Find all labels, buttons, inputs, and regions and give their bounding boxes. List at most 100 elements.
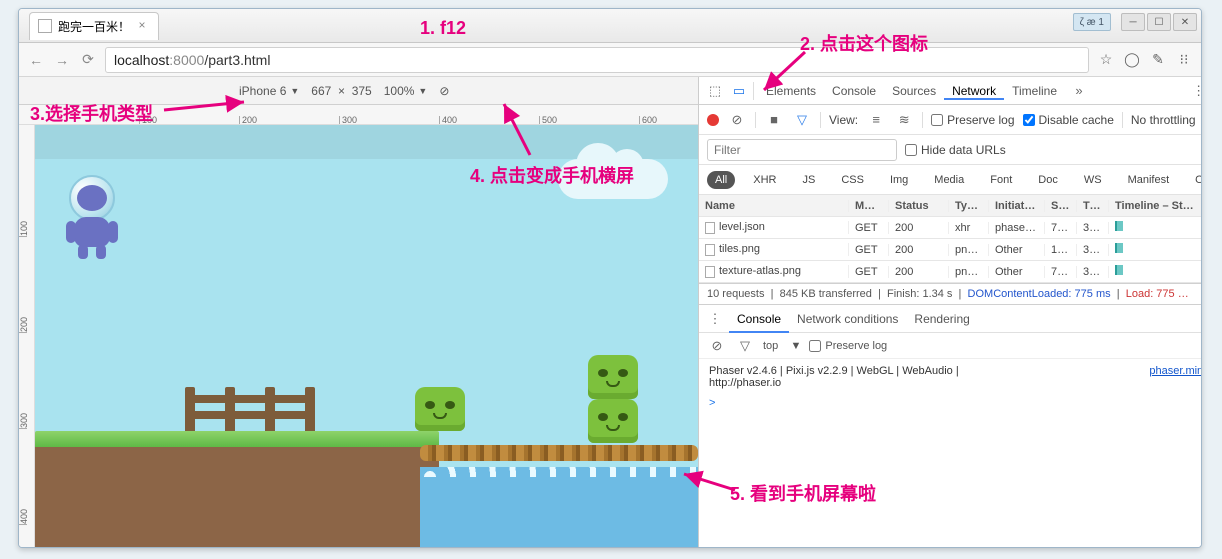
inspect-icon[interactable]: ⬚ (705, 81, 725, 101)
table-header[interactable]: NameM…StatusTy…Initiat…Si…Ti…Timeline – … (699, 195, 1202, 217)
back-button[interactable]: ← (27, 51, 45, 69)
throttle-selector[interactable]: No throttling (1131, 113, 1196, 127)
column-header[interactable]: M… (849, 200, 889, 212)
grass (35, 431, 439, 447)
view-label: View: (829, 113, 858, 127)
type-pill-xhr[interactable]: XHR (745, 171, 784, 189)
network-filter-row: Hide data URLs (699, 135, 1202, 165)
drawer-tab-network-conditions[interactable]: Network conditions (789, 305, 906, 333)
game-viewport[interactable] (35, 125, 698, 547)
record-button[interactable] (707, 114, 719, 126)
console-source-link[interactable]: phaser.min.js:11 (1149, 365, 1202, 377)
device-selector[interactable]: iPhone 6▼ (239, 84, 299, 98)
prompt-icon[interactable]: > (709, 397, 715, 409)
preserve-log-checkbox[interactable]: Preserve log (931, 113, 1014, 127)
url-host: localhost (114, 52, 169, 68)
filter-input[interactable] (707, 139, 897, 161)
body (74, 217, 110, 247)
drawer-menu-icon[interactable]: ⋮ (705, 309, 725, 329)
view-list-icon[interactable]: ≡ (866, 110, 886, 130)
console-clear-icon[interactable]: ⊘ (707, 336, 727, 356)
ruler-vertical: 100200300400 (19, 125, 35, 547)
disable-cache-checkbox[interactable]: Disable cache (1023, 113, 1114, 127)
column-header[interactable]: Ty… (949, 200, 989, 212)
reload-button[interactable]: ⟳ (79, 51, 97, 69)
cloud (558, 159, 668, 199)
window-indicator: ζ æ 1 (1073, 13, 1111, 31)
type-pill-manifest[interactable]: Manifest (1120, 171, 1178, 189)
network-controls: ⊘ ■ ▽ View: ≡ ≋ Preserve log Disable cac… (699, 105, 1202, 135)
device-pane: iPhone 6▼ 667 × 375 100%▼ ⊘ 100200300400… (19, 77, 699, 547)
hide-data-urls-checkbox[interactable]: Hide data URLs (905, 143, 1006, 157)
zoom-selector[interactable]: 100%▼ (384, 84, 428, 98)
filter-icon[interactable]: ▽ (792, 110, 812, 130)
device-toolbar: iPhone 6▼ 667 × 375 100%▼ ⊘ (19, 77, 698, 105)
type-pill-font[interactable]: Font (982, 171, 1020, 189)
console-preserve-checkbox[interactable]: Preserve log (809, 340, 887, 352)
devtools-tab-timeline[interactable]: Timeline (1004, 84, 1065, 98)
window-buttons: ─ ☐ ✕ (1121, 13, 1197, 31)
capture-icon[interactable]: ■ (764, 110, 784, 130)
leg-left (78, 245, 88, 259)
type-pill-css[interactable]: CSS (833, 171, 872, 189)
eyedropper-icon[interactable]: ✎ (1149, 51, 1167, 69)
clear-icon[interactable]: ⊘ (727, 110, 747, 130)
devtools-tab-network[interactable]: Network (944, 84, 1004, 100)
wave (420, 467, 698, 477)
drawer-tabstrip: ⋮ ConsoleNetwork conditionsRendering × (699, 305, 1202, 333)
type-pill-js[interactable]: JS (794, 171, 823, 189)
table-row[interactable]: texture-atlas.pngGET200pn…Other78…31… (699, 261, 1202, 283)
browser-tab[interactable]: 跑完一百米！ × (29, 12, 159, 40)
device-toggle-icon[interactable]: ▭ (729, 81, 749, 101)
maximize-button[interactable]: ☐ (1147, 13, 1171, 31)
type-pill-other[interactable]: Other (1187, 171, 1202, 189)
ext-circle-icon[interactable]: ◯ (1123, 51, 1141, 69)
column-header[interactable]: Name (699, 200, 849, 212)
ruler-horizontal: 100200300400500600 (19, 105, 698, 125)
menu-icon[interactable]: ⁝⁝ (1175, 51, 1193, 69)
enemy-slime (415, 387, 465, 431)
more-tabs-icon[interactable]: » (1069, 81, 1089, 101)
forward-button[interactable]: → (53, 51, 71, 69)
column-header[interactable]: Timeline – St… (1109, 200, 1202, 212)
drawer-tab-rendering[interactable]: Rendering (906, 305, 977, 333)
console-controls: ⊘ ▽ top ▼ Preserve log (699, 333, 1202, 359)
arm-right (108, 221, 118, 243)
view-waterfall-icon[interactable]: ≋ (894, 110, 914, 130)
close-button[interactable]: ✕ (1173, 13, 1197, 31)
bookmark-icon[interactable]: ☆ (1097, 51, 1115, 69)
type-pill-img[interactable]: Img (882, 171, 916, 189)
column-header[interactable]: Status (889, 200, 949, 212)
devtools-menu-icon[interactable]: ⋮ (1189, 81, 1202, 101)
water (420, 477, 698, 547)
type-pill-ws[interactable]: WS (1076, 171, 1110, 189)
type-pill-all[interactable]: All (707, 171, 735, 189)
console-filter-icon[interactable]: ▽ (735, 336, 755, 356)
devtools-tabstrip: ⬚ ▭ ElementsConsoleSourcesNetworkTimelin… (699, 77, 1202, 105)
devtools-panel: ⬚ ▭ ElementsConsoleSourcesNetworkTimelin… (699, 77, 1202, 547)
devtools-tab-elements[interactable]: Elements (758, 84, 824, 98)
type-pill-media[interactable]: Media (926, 171, 972, 189)
device-height[interactable]: 375 (352, 84, 372, 98)
device-width[interactable]: 667 (311, 84, 331, 98)
type-filter-row: All XHR JS CSS Img Media Font Doc WS Manifest Othe… (699, 165, 1202, 195)
console-output[interactable]: Phaser v2.4.6 | Pixi.js v2.2.9 | WebGL |… (699, 359, 1202, 547)
rotate-button[interactable]: ⊘ (439, 84, 449, 98)
url-port: :8000 (169, 52, 204, 68)
network-table: NameM…StatusTy…Initiat…Si…Ti…Timeline – … (699, 195, 1202, 283)
table-row[interactable]: tiles.pngGET200pn…Other12…31… (699, 239, 1202, 261)
column-header[interactable]: Initiat… (989, 200, 1045, 212)
drawer-tab-console[interactable]: Console (729, 305, 789, 333)
devtools-tab-sources[interactable]: Sources (884, 84, 944, 98)
type-pill-doc[interactable]: Doc (1030, 171, 1066, 189)
column-header[interactable]: Si… (1045, 200, 1077, 212)
fence (185, 387, 315, 433)
column-header[interactable]: Ti… (1077, 200, 1109, 212)
tab-close-icon[interactable]: × (136, 20, 148, 32)
minimize-button[interactable]: ─ (1121, 13, 1145, 31)
table-row[interactable]: level.jsonGET200xhrphase…7…30… (699, 217, 1202, 239)
url-input[interactable]: localhost:8000/part3.html (105, 47, 1089, 73)
context-selector[interactable]: top ▼ (763, 340, 801, 352)
devtools-tab-console[interactable]: Console (824, 84, 884, 98)
console-line: Phaser v2.4.6 | Pixi.js v2.2.9 | WebGL |… (709, 365, 1202, 377)
